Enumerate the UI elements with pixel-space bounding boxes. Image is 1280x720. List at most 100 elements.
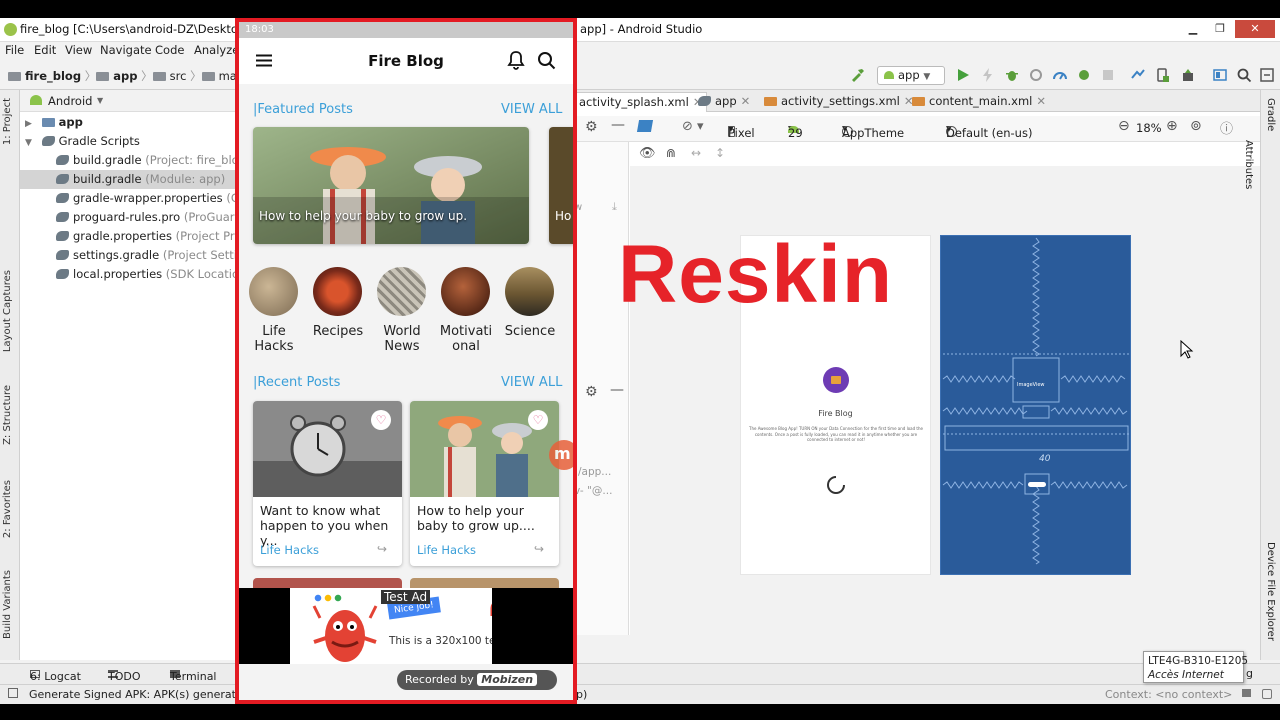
eye-icon[interactable]: 👁 (639, 146, 656, 161)
category-image-recipes[interactable] (313, 267, 362, 316)
recent-post-card[interactable]: ♡ Want to know what happen to you when y… (253, 401, 402, 566)
stop-icon[interactable] (1100, 67, 1116, 83)
category-recipes[interactable]: Recipes (309, 324, 367, 339)
maximize-button[interactable]: ❐ (1207, 20, 1233, 38)
tool-window-device-file-explorer[interactable]: Device File Explorer (1265, 542, 1276, 641)
tab-activity-splash[interactable]: activity_splash.xml✕ (574, 92, 708, 112)
tree-item-local-properties[interactable]: local.properties (SDK Location) (20, 265, 251, 284)
zoom-out-icon[interactable]: ⊖ (1118, 118, 1130, 134)
blueprint-view[interactable]: ImageView 40 (940, 235, 1131, 575)
tree-item-gradle-wrapper[interactable]: gradle-wrapper.properties (Gradl (20, 189, 262, 208)
sdk-manager-icon[interactable] (1180, 67, 1196, 83)
apply-changes-icon[interactable] (980, 67, 996, 83)
tree-item-gradle-scripts[interactable]: ▼ Gradle Scripts (20, 132, 236, 151)
project-structure-icon[interactable] (1212, 67, 1228, 83)
menu-edit[interactable]: Edit (34, 43, 56, 57)
tree-item-gradle-properties[interactable]: gradle.properties (Project Proper (20, 227, 261, 246)
notification-bell-icon[interactable] (507, 50, 525, 70)
warning-icon[interactable]: ⓘ (1220, 118, 1233, 137)
magnet-icon[interactable]: ⋒ (666, 146, 676, 160)
breadcrumb-project[interactable]: fire_blog (25, 69, 81, 83)
tab-app[interactable]: app ✕ (694, 92, 754, 112)
zoom-fit-icon[interactable]: ⊚ (1190, 118, 1202, 134)
tool-window-structure[interactable]: Z: Structure (2, 385, 13, 445)
featured-view-all-link[interactable]: VIEW ALL (501, 102, 562, 117)
search-icon[interactable] (537, 51, 556, 70)
mobizen-floating-icon[interactable]: m (549, 440, 573, 470)
orientation-icon[interactable]: ⊘ ▾ (682, 119, 704, 134)
share-icon[interactable]: ↪ (534, 542, 544, 556)
tree-item-settings-gradle[interactable]: settings.gradle (Project Settings) (20, 246, 262, 265)
category-image-life-hacks[interactable] (249, 267, 298, 316)
recent-post-category[interactable]: Life Hacks (260, 543, 319, 557)
gear-icon[interactable]: ⚙ (585, 119, 598, 135)
adchoices-icon[interactable] (488, 600, 492, 620)
run-config-select[interactable]: app ▼ (877, 66, 945, 85)
search-icon[interactable] (1236, 67, 1252, 83)
category-image-world-news[interactable] (377, 267, 426, 316)
minimize-button[interactable]: ▁ (1180, 20, 1206, 38)
tool-window-build-variants[interactable]: Build Variants (2, 570, 13, 639)
category-image-motivational[interactable] (441, 267, 490, 316)
zoom-in-icon[interactable]: ⊕ (1166, 118, 1178, 134)
attach-process-icon[interactable] (1076, 67, 1092, 83)
category-life-hacks[interactable]: Life Hacks (245, 324, 303, 354)
breadcrumb-src[interactable]: src (170, 69, 187, 83)
debug-icon[interactable] (1004, 67, 1020, 83)
menu-navigate[interactable]: Navigate (100, 43, 152, 57)
attach-debugger-icon[interactable] (1028, 67, 1044, 83)
menu-code[interactable]: Code (155, 43, 184, 57)
close-icon[interactable]: ✕ (1036, 94, 1046, 108)
layers-icon[interactable] (636, 120, 654, 132)
favorite-heart-icon[interactable]: ♡ (528, 410, 548, 430)
tool-window-project[interactable]: 1: Project (2, 98, 13, 145)
avd-manager-icon[interactable] (1154, 67, 1170, 83)
sync-gradle-icon[interactable] (1130, 67, 1146, 83)
close-icon[interactable]: ✕ (741, 94, 751, 108)
category-science[interactable]: Science (501, 324, 559, 339)
tab-content-main[interactable]: content_main.xml ✕ (908, 92, 1050, 112)
status-message[interactable]: Generate Signed APK: APK(s) generated su (29, 688, 266, 701)
layout-inspector-icon[interactable] (1259, 67, 1275, 83)
collapse-icon[interactable]: — (611, 117, 625, 133)
featured-post-card[interactable]: How to help your baby to grow up. (253, 127, 529, 244)
tree-item-app[interactable]: ▶ app (20, 113, 236, 132)
locale-select[interactable]: Default (en-us) ▾ (946, 121, 1032, 140)
menu-analyze[interactable]: Analyze (194, 43, 239, 57)
tool-window-gradle[interactable]: Gradle (1265, 98, 1276, 131)
menu-view[interactable]: View (65, 43, 92, 57)
api-select[interactable]: 29 ▾ (788, 121, 803, 140)
featured-post-card[interactable]: Ho (549, 127, 573, 244)
breadcrumb-module[interactable]: app (113, 69, 137, 83)
tree-item-build-gradle-project[interactable]: build.gradle (Project: fire_blog) (20, 151, 250, 170)
theme-select[interactable]: AppTheme ▾ (842, 121, 904, 140)
horizontal-resize-icon[interactable]: ↔ (691, 146, 701, 160)
recent-post-category[interactable]: Life Hacks (417, 543, 476, 557)
hammer-icon[interactable] (850, 67, 866, 83)
project-view-select[interactable]: Android (48, 94, 92, 108)
favorite-heart-icon[interactable]: ♡ (371, 410, 391, 430)
tool-window-favorites[interactable]: 2: Favorites (2, 480, 13, 538)
menu-file[interactable]: File (5, 43, 24, 57)
ad-banner[interactable]: Nice job! This is a 320x100 test ad. Tes… (239, 588, 573, 664)
run-icon[interactable] (955, 67, 971, 83)
tab-activity-settings[interactable]: activity_settings.xml ✕ (760, 92, 918, 112)
lock-icon[interactable] (1242, 689, 1251, 697)
share-icon[interactable]: ↪ (377, 542, 387, 556)
category-world-news[interactable]: World News (373, 324, 431, 354)
tree-item-proguard[interactable]: proguard-rules.pro (ProGuard Ru (20, 208, 260, 227)
gear-icon[interactable]: ⚙ (585, 384, 598, 400)
vertical-resize-icon[interactable]: ↕ (715, 146, 725, 160)
close-button[interactable]: ✕ (1235, 20, 1275, 38)
category-image-science[interactable] (505, 267, 554, 316)
download-icon[interactable]: ⤓ (612, 200, 617, 214)
profile-icon[interactable] (1052, 67, 1068, 83)
collapse-icon[interactable]: — (610, 382, 624, 398)
category-motivational[interactable]: Motivati onal (437, 324, 495, 354)
tool-window-layout-captures[interactable]: Layout Captures (2, 270, 13, 352)
status-toggle-icon[interactable] (8, 688, 18, 698)
notifications-icon[interactable] (1262, 689, 1272, 699)
device-select[interactable]: Pixel ▾ (728, 121, 755, 140)
chevron-down-icon[interactable]: ▼ (97, 96, 103, 105)
recent-view-all-link[interactable]: VIEW ALL (501, 375, 562, 390)
